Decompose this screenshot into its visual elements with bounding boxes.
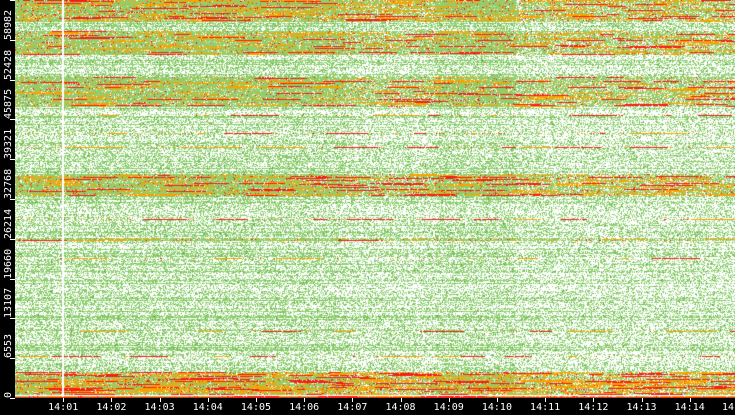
y-tick-label: 19660 (3, 248, 14, 279)
x-tick-label: 14:04 (192, 402, 223, 413)
y-tick-label: 52428 (3, 49, 14, 80)
y-tick-mark (10, 398, 15, 399)
y-tick-label: 32768 (3, 168, 14, 199)
x-tick-label: 14:11 (530, 402, 561, 413)
y-tick-mark (10, 199, 15, 200)
heatmap-canvas (15, 0, 735, 398)
y-tick-label: 0 (3, 391, 14, 398)
y-tick-label: 26214 (3, 208, 14, 239)
x-tick-label: 14:06 (289, 402, 320, 413)
x-tick-label: 14:08 (385, 402, 416, 413)
x-tick-label: 14:13 (626, 402, 657, 413)
y-tick-label: 45875 (3, 89, 14, 120)
y-tick-label: 39321 (3, 129, 14, 160)
x-tick-label: 14:10 (481, 402, 512, 413)
y-tick-label: 13107 (3, 288, 14, 319)
y-tick-mark (10, 159, 15, 161)
x-tick-label: 14:09 (433, 402, 464, 413)
x-tick-label: 14:05 (240, 402, 272, 413)
y-tick-label: 58982 (3, 9, 14, 40)
x-tick-label: 14:14 (674, 402, 705, 413)
y-tick-mark (10, 358, 15, 360)
x-tick-label: 14 (721, 402, 735, 413)
x-tick-label: 14:01 (48, 402, 79, 413)
x-tick-label: 14:03 (144, 402, 175, 413)
x-tick-label: 14:02 (96, 402, 127, 413)
y-tick-label: 6553 (3, 334, 14, 359)
y-tick-mark (10, 119, 15, 121)
x-tick-label: 14:12 (578, 402, 609, 413)
y-tick-mark (10, 0, 15, 1)
y-tick-mark (10, 318, 15, 320)
x-tick-label: 14:07 (337, 402, 368, 413)
